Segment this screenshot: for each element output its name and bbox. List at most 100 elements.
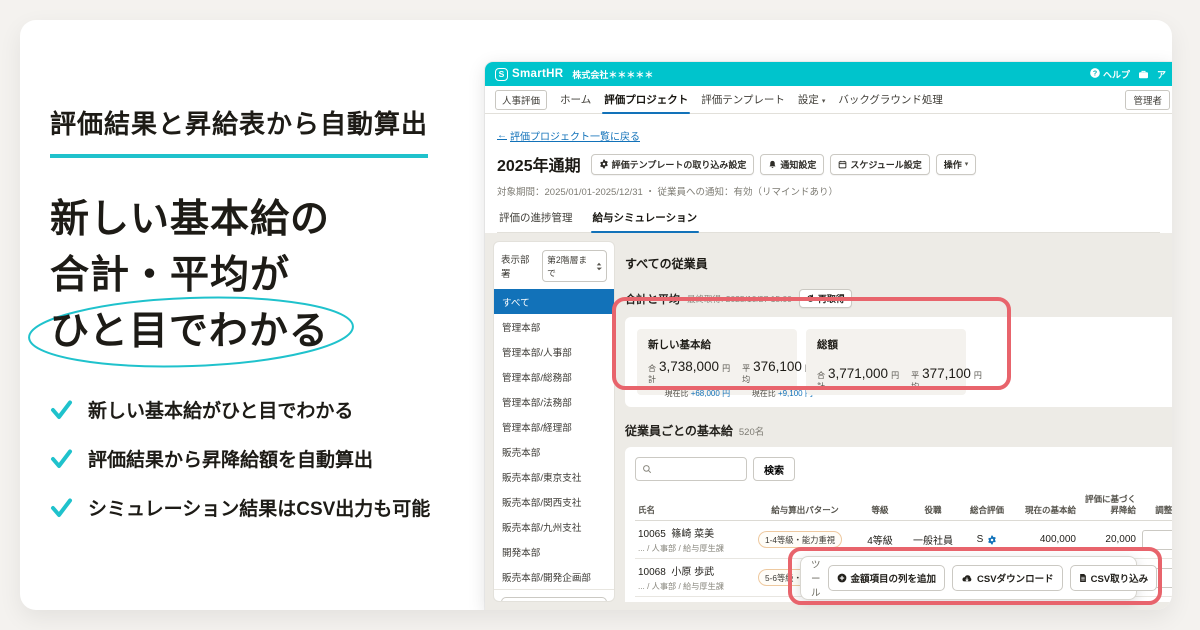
employee-dept: ... / 人事部 / 給与厚生課 [638, 542, 752, 554]
sidebar-label: 表示部署 [501, 252, 537, 280]
refresh-icon [806, 294, 815, 303]
toolbar-button[interactable]: 金額項目の列を追加 [828, 565, 946, 591]
column-header: 等級 [855, 491, 905, 521]
employee-dept: ... / 人事部 / 給与厚生課 [638, 580, 752, 592]
nav-item[interactable]: ホーム [560, 86, 591, 113]
project-meta: 対象期間：2025/01/01-2025/12/31 ・ 従業員への通知：有効（… [497, 184, 1160, 198]
sidebar-item-販売本部[interactable]: 販売本部 [494, 439, 614, 464]
column-header: 給与算出パターン [755, 491, 855, 521]
briefcase-icon[interactable] [1138, 70, 1149, 79]
headline-line: 新しい基本給の [50, 192, 485, 248]
app-switcher-chip[interactable]: 人事評価 [495, 90, 547, 110]
sidebar-item-販売本部/九州支社[interactable]: 販売本部/九州支社 [494, 514, 614, 539]
avg-diff: +9,100 [778, 389, 803, 398]
avg-value: 376,100 [753, 359, 802, 374]
sidebar-item-すべて[interactable]: すべて [494, 289, 614, 314]
brand-name: SmartHR [512, 68, 563, 80]
column-header: 氏名 [635, 491, 755, 521]
pattern-pill: 1-4等級・能力重視 [758, 531, 842, 548]
header-button[interactable]: 通知設定 [760, 154, 824, 175]
app-screenshot: S SmartHR 株式会社＊＊＊＊＊ ? ヘルプ ア 人事評価 ホーム評価プロ… [485, 62, 1172, 610]
tab-salary-simulation[interactable]: 給与シミュレーション [593, 210, 698, 232]
nav-item[interactable]: 設定 ▾ [798, 86, 825, 113]
sidebar-item-管理本部[interactable]: 管理本部 [494, 314, 614, 339]
role-cell: 一般社員 [905, 521, 961, 559]
feature-bullet: 新しい基本給がひと目でわかる [50, 396, 485, 423]
account-label[interactable]: ア [1157, 68, 1166, 81]
plus-icon [837, 573, 847, 583]
toolbar-button[interactable]: CSV取り込み [1070, 565, 1158, 591]
company-name: 株式会社＊＊＊＊＊ [572, 68, 653, 81]
employee-name: 10070 栗原 啓介 [638, 601, 752, 602]
total-value: 3,771,000 [828, 366, 888, 381]
column-header: 総合評価 [961, 491, 1013, 521]
sidebar-item-販売本部/東京支社[interactable]: 販売本部/東京支社 [494, 464, 614, 489]
sidebar-item-管理本部/人事部[interactable]: 管理本部/人事部 [494, 339, 614, 364]
total-diff: +68,000 [691, 389, 720, 398]
circled-phrase: ひと目でわかる [50, 304, 329, 360]
adjustment-input[interactable] [1142, 530, 1172, 550]
sidebar-item-販売本部/開発企画部[interactable]: 販売本部/開発企画部 [494, 564, 614, 589]
admin-badge[interactable]: 管理者 [1125, 90, 1170, 110]
briefcase-icon [1138, 70, 1149, 79]
cloud-icon [961, 574, 973, 583]
calendar-icon [838, 160, 847, 169]
content-area: 表示部署 第2階層まで すべて管理本部管理本部/人事部管理本部/総務部管理本部/… [485, 233, 1172, 610]
smarthr-logo-icon: S [495, 68, 508, 81]
main-panel: すべての従業員 合計と平均 最終取得: 2025/10/27 15:00 再取得… [625, 241, 1164, 602]
refetch-button[interactable]: 再取得 [799, 289, 852, 308]
employee-name: 10068 小原 歩武 [638, 563, 752, 578]
feature-bullet: シミュレーション結果はCSV出力も可能 [50, 494, 485, 521]
header-button[interactable]: 操作 ▾ [936, 154, 977, 175]
nav-item[interactable]: 評価テンプレート [701, 86, 785, 113]
feature-bullets: 新しい基本給がひと目でわかる評価結果から昇降給額を自動算出シミュレーション結果は… [50, 396, 485, 521]
nav-item[interactable]: バックグラウンド処理 [838, 86, 943, 113]
help-icon: ? [1090, 68, 1100, 78]
updown-icon [596, 262, 602, 271]
table-heading: 従業員ごとの基本給 [625, 422, 733, 439]
total-amount-box: 総額 合計 3,771,000 円 平均 377,100 円 [806, 329, 966, 395]
search-button[interactable]: 検索 [753, 457, 795, 481]
project-title: 2025年通期 [497, 152, 581, 176]
project-tabs: 評価の進捗管理 給与シミュレーション [497, 210, 1160, 233]
current-salary-cell: 400,000 [1013, 521, 1079, 559]
kicker-title: 評価結果と昇給表から自動算出 [50, 104, 428, 158]
tab-progress[interactable]: 評価の進捗管理 [499, 210, 573, 232]
column-header: 調整額 [1139, 491, 1172, 521]
check-icon [50, 400, 73, 420]
sidebar-item-販売本部/関西支社[interactable]: 販売本部/関西支社 [494, 489, 614, 514]
main-heading: すべての従業員 [625, 255, 1164, 272]
sidebar-item-管理本部/経理部[interactable]: 管理本部/経理部 [494, 414, 614, 439]
table-row: 10065 篠崎 菜美... / 人事部 / 給与厚生課1-4等級・能力重視4等… [635, 521, 1172, 559]
header-button[interactable]: スケジュール設定 [830, 154, 929, 175]
doc-icon [1079, 573, 1087, 583]
toolbar-button[interactable]: CSVダウンロード [952, 565, 1063, 591]
search-icon [642, 464, 652, 474]
app-topbar: S SmartHR 株式会社＊＊＊＊＊ ? ヘルプ ア [485, 62, 1172, 86]
svg-text:?: ? [1093, 69, 1097, 77]
back-to-projects-link[interactable]: ← 評価プロジェクト一覧に戻る [497, 128, 640, 143]
tools-toolbar: ツール 金額項目の列を追加CSVダウンロードCSV取り込み [800, 556, 1137, 600]
header-button[interactable]: 評価テンプレートの取り込み設定 [591, 154, 755, 175]
grade-cell: 4等級 [855, 521, 905, 559]
headline-line: 合計・平均が [50, 248, 485, 304]
check-icon [50, 498, 73, 518]
page-header: ← 評価プロジェクト一覧に戻る 2025年通期 評価テンプレートの取り込み設定通… [485, 114, 1172, 233]
hierarchy-select[interactable]: 第2階層まで [542, 250, 607, 282]
eval-gear-icon[interactable] [987, 535, 997, 545]
sidebar-item-管理本部/法務部[interactable]: 管理本部/法務部 [494, 389, 614, 414]
nav-item[interactable]: 評価プロジェクト [604, 86, 688, 113]
summary-card: 新しい基本給 合計 3,738,000 円 現在比 +68,000 円 [625, 317, 1172, 407]
search-input[interactable] [635, 457, 747, 481]
feature-bullet: 評価結果から昇降給額を自動算出 [50, 445, 485, 472]
sidebar-item-管理本部/総務部[interactable]: 管理本部/総務部 [494, 364, 614, 389]
summary-label: 合計と平均 [625, 291, 680, 307]
sidebar-action-button[interactable]: 操作 ▾ [501, 597, 607, 602]
check-icon [50, 400, 73, 420]
app-nav: 人事評価 ホーム評価プロジェクト評価テンプレート設定 ▾ バックグラウンド処理 管… [485, 86, 1172, 114]
help-link[interactable]: ? ヘルプ [1090, 68, 1130, 81]
department-sidebar: 表示部署 第2階層まで すべて管理本部管理本部/人事部管理本部/総務部管理本部/… [493, 241, 615, 602]
sidebar-item-開発本部[interactable]: 開発本部 [494, 539, 614, 564]
bell-icon [768, 160, 777, 169]
eval-value: S [977, 534, 984, 545]
